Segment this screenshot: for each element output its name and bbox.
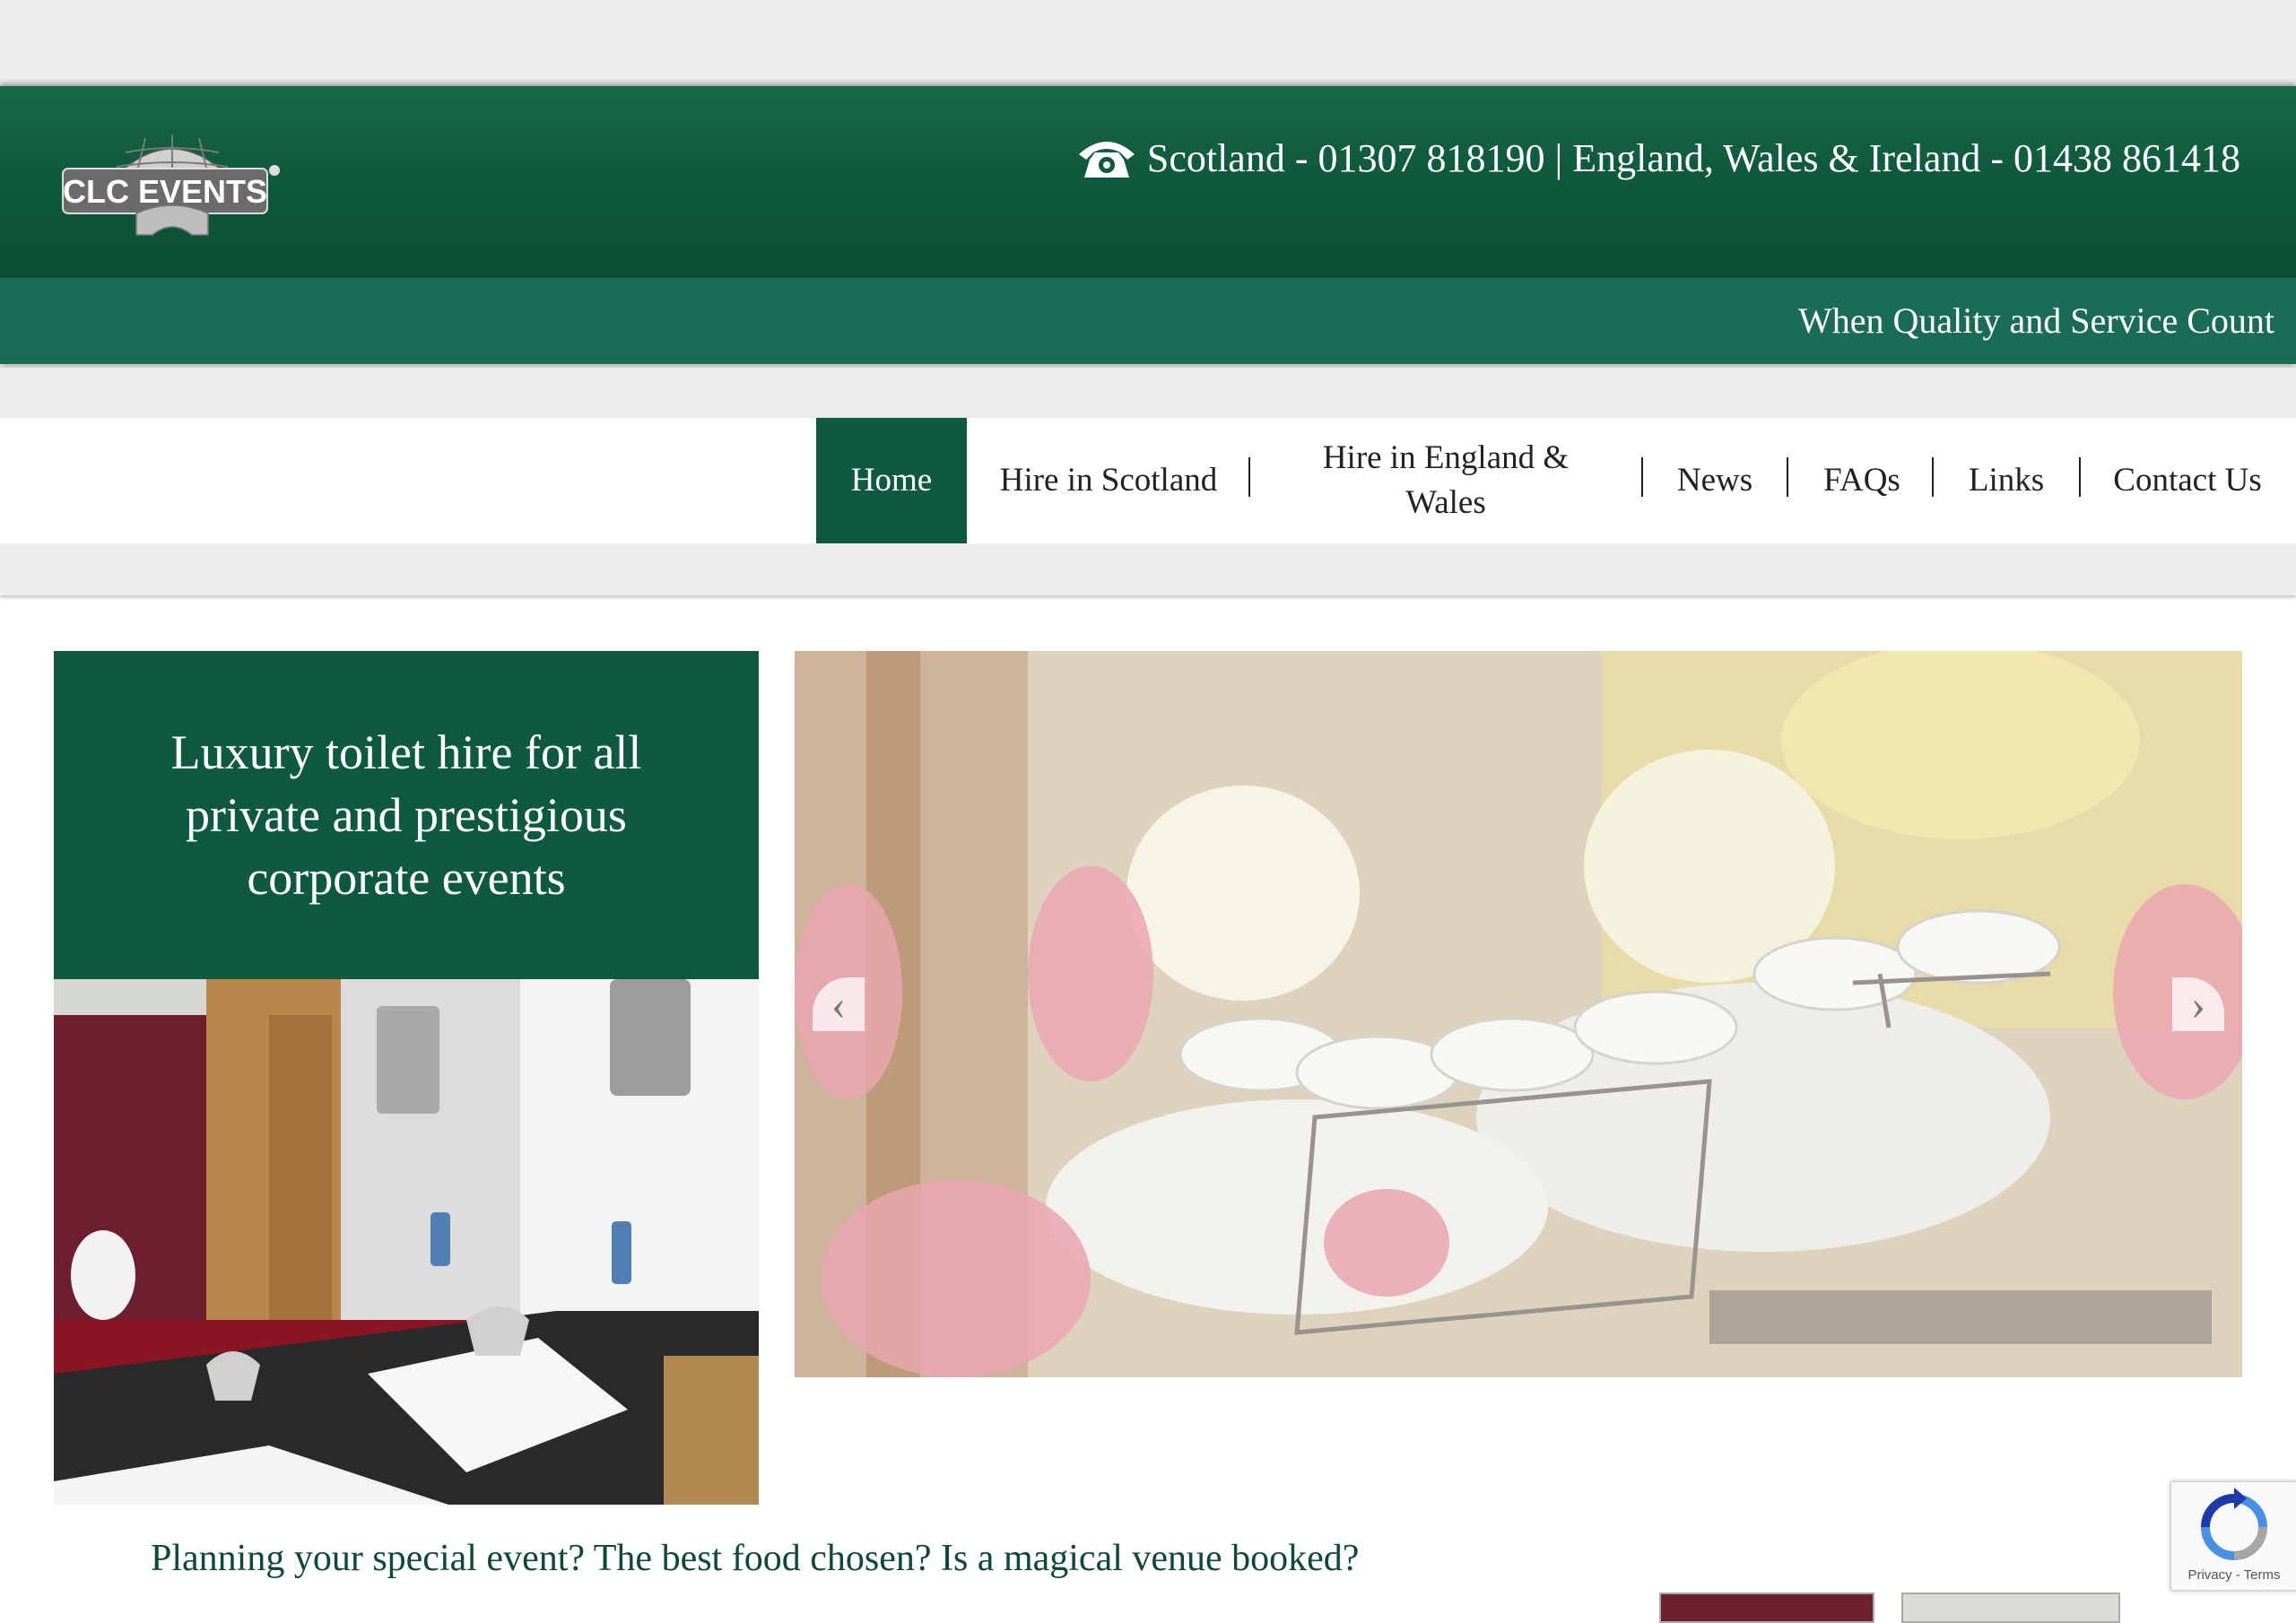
nav-links[interactable]: Links (1948, 418, 2065, 543)
washroom-photo (54, 979, 759, 1505)
chevron-left-icon: ‹ (831, 980, 846, 1028)
thumbnail[interactable] (1901, 1593, 2120, 1623)
spacer (0, 543, 2296, 595)
nav-separator (1932, 457, 1934, 497)
nav-hire-scotland[interactable]: Hire in Scotland (983, 418, 1234, 543)
nav-separator (1787, 457, 1788, 497)
recaptcha-badge[interactable]: Privacy - Terms (2170, 1481, 2296, 1591)
recaptcha-footer[interactable]: Privacy - Terms (2171, 1567, 2296, 1583)
svg-text:CLC EVENTS: CLC EVENTS (63, 173, 267, 210)
nav-separator (1641, 457, 1643, 497)
nav-hire-england-wales[interactable]: Hire in England & Wales (1268, 418, 1623, 543)
hero-heading: Luxury toilet hire for all private and p… (170, 725, 642, 905)
nav-news[interactable]: News (1657, 418, 1772, 543)
hero-heading-box: Luxury toilet hire for all private and p… (54, 651, 759, 979)
main-nav: Home Hire in Scotland Hire in England & … (0, 418, 2296, 543)
thumbnail[interactable] (1659, 1593, 1874, 1623)
nav-separator (2079, 457, 2081, 497)
site-header (0, 86, 2296, 278)
phone-text: Scotland - 01307 818190 | England, Wales… (1146, 135, 2240, 180)
recaptcha-icon (2201, 1488, 2267, 1560)
slider-caption-bar (1709, 1290, 2212, 1344)
nav-separator (1248, 457, 1250, 497)
nav-contact-us[interactable]: Contact Us (2095, 418, 2280, 543)
tagline: When Quality and Service Count (1798, 300, 2274, 341)
image-slider[interactable]: ‹ › (795, 651, 2242, 1377)
telephone-icon (1078, 142, 1135, 178)
nav-home[interactable]: Home (816, 418, 967, 543)
top-gap (0, 0, 2296, 86)
intro-text: Planning your special event? The best fo… (151, 1538, 1360, 1579)
tagline-bar: When Quality and Service Count (0, 278, 2296, 364)
spacer (0, 368, 2296, 418)
clc-events-logo[interactable]: CLC EVENTS (57, 126, 287, 242)
nav-faqs[interactable]: FAQs (1803, 418, 1921, 543)
phone-numbers: Scotland - 01307 818190 | England, Wales… (1075, 135, 2240, 181)
chevron-right-icon: › (2191, 980, 2205, 1028)
